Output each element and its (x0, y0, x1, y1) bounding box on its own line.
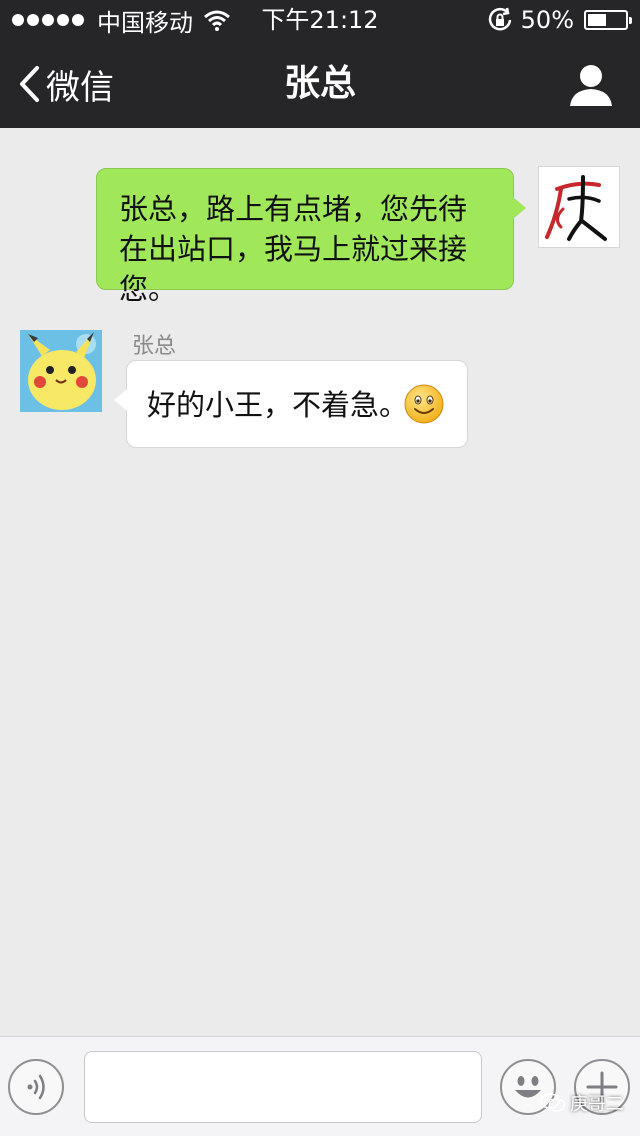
page-title: 张总 (283, 63, 356, 104)
incoming-message-bubble[interactable]: 好的小王，不着急。 (114, 360, 468, 448)
avatar-pikachu[interactable] (20, 330, 102, 412)
status-bar: 中国移动 下午21:12 50% (0, 0, 640, 40)
message-input[interactable] (84, 1051, 482, 1123)
orientation-lock-icon (488, 7, 511, 31)
watermark: 庚哥二 (540, 1090, 624, 1116)
battery-icon (584, 10, 632, 30)
input-toolbar (0, 1036, 640, 1136)
chat-screen: 中国移动 下午21:12 50% 微信 张总 张总，路上有点堵，您先待在出站口，… (0, 0, 640, 1136)
pikachu-avatar-image (20, 330, 102, 412)
wechat-logo-icon (540, 1093, 566, 1112)
voice-button[interactable] (8, 1059, 64, 1115)
battery-percent: 50% (520, 6, 574, 34)
chat-messages[interactable]: 张总，路上有点堵，您先待在出站口，我马上就过来接您。 张总 好的小王，不着急。 (0, 128, 640, 1036)
avatar-calligraphy[interactable] (538, 166, 620, 248)
outgoing-message-bubble[interactable]: 张总，路上有点堵，您先待在出站口，我马上就过来接您。 (96, 168, 526, 306)
contact-info-button[interactable] (568, 62, 614, 108)
sender-name: 张总 (132, 334, 177, 359)
watermark-text: 庚哥二 (570, 1094, 624, 1115)
outgoing-message-text: 张总，路上有点堵，您先待在出站口，我马上就过来接您。 (119, 192, 468, 306)
status-right: 50% (487, 6, 632, 34)
person-icon (570, 65, 612, 106)
navigation-bar: 微信 张总 (0, 40, 640, 128)
smile-emoji-icon (404, 384, 444, 424)
battery-level-fill (588, 14, 606, 26)
voice-icon (27, 1074, 45, 1100)
incoming-message-text: 好的小王，不着急。 (147, 388, 409, 422)
calligraphy-avatar-image (545, 175, 607, 241)
